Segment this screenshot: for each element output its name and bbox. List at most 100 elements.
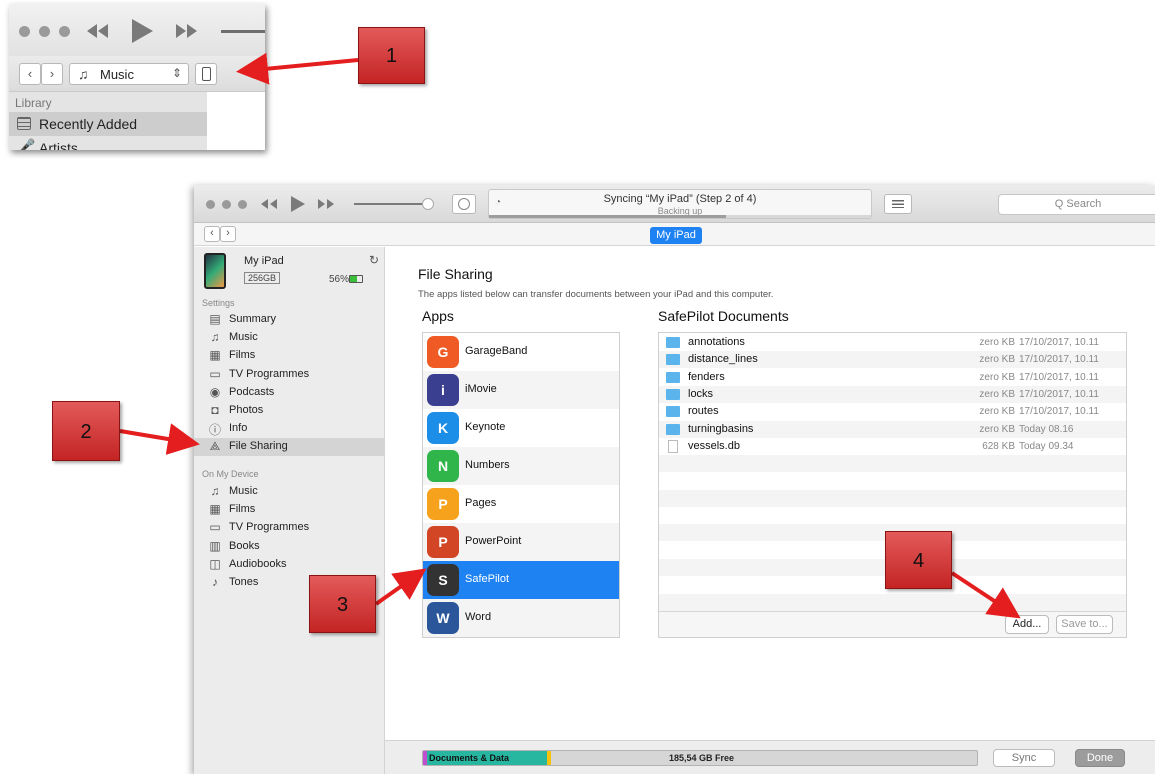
app-row-safepilot[interactable]: S SafePilot (423, 561, 619, 599)
app-row-imovie[interactable]: i iMovie (423, 371, 619, 409)
document-meta: zero KB 17/10/2017, 10.11 (977, 372, 1098, 383)
empty-row (659, 455, 1126, 473)
garageband-app-icon: G (427, 336, 459, 368)
sidebar-item-artists[interactable]: 🎤 Artists (9, 136, 207, 150)
document-name: fenders (688, 370, 725, 383)
volume-knob[interactable] (422, 198, 434, 210)
window-minimize-dot[interactable] (222, 200, 231, 209)
documents-list: annotations zero KB 17/10/2017, 10.11 dista… (658, 332, 1127, 638)
toolbar: ◔ Syncing “My iPad” (Step 2 of 4) Backin… (194, 185, 1155, 223)
keynote-app-icon: K (427, 412, 459, 444)
book-icon: ▥ (209, 538, 221, 553)
sidebar-device-item-tv-programmes[interactable]: ▭ TV Programmes (194, 519, 385, 537)
sidebar-item-label: File Sharing (229, 440, 288, 453)
app-name: GarageBand (465, 345, 528, 357)
sync-icon[interactable]: ↻ (369, 253, 379, 267)
airplay-button[interactable] (452, 194, 476, 214)
sidebar-item-summary[interactable]: ▤ Summary (194, 311, 385, 329)
tab-my-ipad[interactable]: My iPad (650, 227, 702, 244)
sync-button[interactable]: Sync (993, 749, 1055, 767)
ipad-icon (202, 67, 211, 81)
sidebar-item-label: Films (229, 503, 256, 516)
sidebar-device-item-films[interactable]: ▦ Films (194, 501, 385, 519)
back-button[interactable]: ‹ (19, 63, 41, 85)
document-row[interactable]: routes zero KB 17/10/2017, 10.11 (659, 403, 1126, 421)
tv-icon: ▭ (209, 366, 221, 381)
volume-slider[interactable] (221, 30, 265, 33)
done-button[interactable]: Done (1075, 749, 1125, 767)
document-row[interactable]: annotations zero KB 17/10/2017, 10.11 (659, 334, 1126, 351)
file-sharing-pane: File Sharing The apps listed below can t… (385, 247, 1155, 774)
summary-icon: ▤ (209, 312, 221, 326)
add-button[interactable]: Add... (1005, 615, 1049, 634)
info-icon: ⓘ (208, 423, 221, 438)
device-button[interactable] (195, 63, 217, 85)
sidebar-device-item-books[interactable]: ▥ Books (194, 538, 385, 556)
sidebar-item-label: Books (229, 539, 260, 552)
device-capacity: 256GB (244, 272, 281, 284)
sync-progress-fill (489, 215, 726, 218)
sync-spinner-icon: ◔ (495, 197, 502, 208)
microphone-icon: 🎤 (19, 138, 36, 150)
document-row[interactable]: fenders zero KB 17/10/2017, 10.11 (659, 368, 1126, 386)
settings-header: Settings (202, 298, 235, 308)
sidebar-device-item-audiobooks[interactable]: ◫ Audiobooks (194, 556, 385, 574)
film-icon: ▦ (209, 348, 221, 363)
sync-progress-bar (489, 215, 871, 218)
play-icon[interactable] (289, 195, 307, 213)
document-row[interactable]: turningbasins zero KB Today 08.16 (659, 420, 1126, 438)
search-input[interactable]: Q Search (998, 194, 1155, 215)
document-date: 17/10/2017, 10.11 (1019, 388, 1099, 400)
app-row-keynote[interactable]: K Keynote (423, 409, 619, 447)
empty-row (659, 593, 1126, 611)
sidebar-item-recently-added[interactable]: Recently Added (9, 112, 207, 136)
rewind-icon[interactable] (260, 198, 278, 210)
folder-icon (666, 388, 680, 400)
imovie-app-icon: i (427, 374, 459, 406)
folder-icon (666, 406, 680, 418)
document-meta: zero KB 17/10/2017, 10.11 (977, 337, 1098, 348)
sidebar-device-item-music[interactable]: ♫ Music (194, 483, 385, 501)
bell-icon: ♪ (212, 575, 218, 589)
window-minimize-dot[interactable] (39, 26, 50, 37)
document-row[interactable]: distance_lines zero KB 17/10/2017, 10.11 (659, 351, 1126, 369)
app-name: PowerPoint (465, 535, 522, 547)
sidebar-item-films[interactable]: ▦ Films (194, 347, 385, 365)
up-next-button[interactable] (884, 194, 912, 214)
save-to-button[interactable]: Save to... (1056, 615, 1113, 634)
document-meta: zero KB 17/10/2017, 10.11 (977, 406, 1098, 417)
folder-icon (666, 354, 680, 366)
sidebar-item-file-sharing[interactable]: ⟁ File Sharing (194, 438, 385, 457)
window-zoom-dot[interactable] (59, 26, 70, 37)
tv-icon: ▭ (209, 520, 221, 535)
document-row[interactable]: locks zero KB 17/10/2017, 10.11 (659, 385, 1126, 403)
document-date: Today 09.34 (1019, 440, 1074, 452)
app-row-numbers[interactable]: N Numbers (423, 447, 619, 485)
window-zoom-dot[interactable] (238, 200, 247, 209)
app-row-word[interactable]: W Word (423, 599, 619, 637)
sidebar-item-label: Artists (39, 140, 78, 150)
window-close-dot[interactable] (19, 26, 30, 37)
play-icon[interactable] (129, 17, 155, 45)
rewind-icon[interactable] (85, 22, 109, 40)
app-row-garageband[interactable]: G GarageBand (423, 333, 619, 371)
document-row[interactable]: vessels.db 628 KB Today 09.34 (659, 437, 1126, 455)
sidebar-item-info[interactable]: ⓘ Info (194, 420, 385, 438)
app-row-pages[interactable]: P Pages (423, 485, 619, 523)
sidebar-item-podcasts[interactable]: ◉ Podcasts (194, 384, 385, 402)
fast-forward-icon[interactable] (317, 198, 335, 210)
volume-slider[interactable] (354, 203, 426, 205)
sidebar-item-photos[interactable]: ◘ Photos (194, 402, 385, 420)
sidebar-item-tv-programmes[interactable]: ▭ TV Programmes (194, 366, 385, 384)
documents-data-label: Documents & Data (429, 753, 510, 763)
forward-button[interactable]: › (41, 63, 63, 85)
sidebar-item-music[interactable]: ♫ Music (194, 329, 385, 347)
back-button[interactable]: ‹ (204, 226, 220, 242)
forward-button[interactable]: › (220, 226, 236, 242)
source-select[interactable]: ♫ Music ⇕ (69, 63, 189, 85)
app-row-powerpoint[interactable]: P PowerPoint (423, 523, 619, 561)
window-close-dot[interactable] (206, 200, 215, 209)
list-icon (892, 200, 904, 208)
sidebar-item-label: Films (229, 349, 256, 362)
fast-forward-icon[interactable] (175, 22, 199, 40)
